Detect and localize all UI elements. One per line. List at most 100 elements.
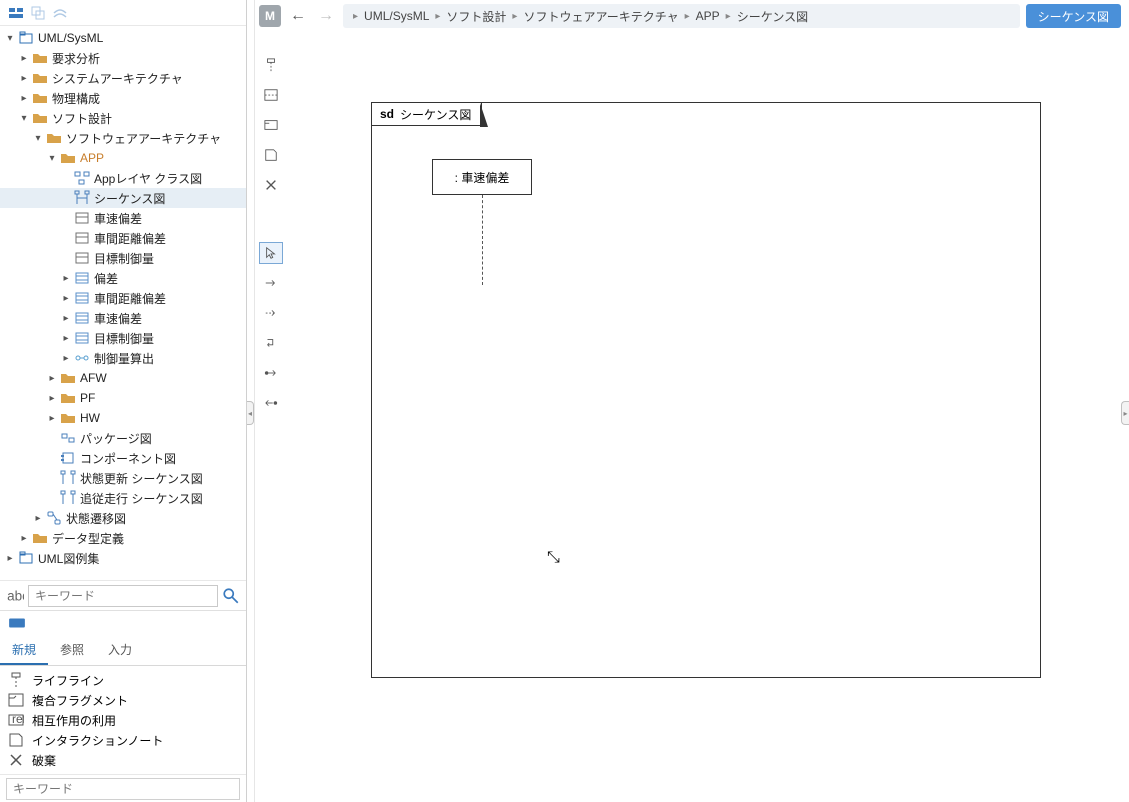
tool-destroy[interactable]	[259, 174, 283, 196]
lifeline-icon	[8, 672, 24, 688]
tool-note[interactable]	[259, 144, 283, 166]
canvas-wrap: sd シーケンス図 : 車速偏差 ⤡	[255, 32, 1129, 802]
tree-item[interactable]: ▸状態遷移図	[0, 508, 246, 528]
tool-self-message[interactable]	[259, 332, 283, 354]
tree-item[interactable]: パッケージ図	[0, 428, 246, 448]
left-toolbar	[0, 0, 246, 26]
diagram-frame[interactable]: sd シーケンス図 : 車速偏差 ⤡	[371, 102, 1041, 678]
crumb-item[interactable]: UML/SysML	[364, 9, 429, 23]
note-icon	[8, 732, 24, 748]
tool-reply-message[interactable]	[259, 302, 283, 324]
palette-item-note[interactable]: インタラクションノート	[0, 730, 246, 750]
tool-sync-message[interactable]	[259, 272, 283, 294]
cursor-icon: ⤡	[547, 549, 560, 567]
tool-fragment[interactable]	[259, 84, 283, 106]
sequence-diagram-icon	[60, 490, 76, 506]
toolbar-icon-1[interactable]	[8, 5, 24, 21]
palette-icon	[8, 614, 26, 632]
tab-input[interactable]: 入力	[96, 635, 144, 665]
tree-item[interactable]: ▸目標制御量	[0, 328, 246, 348]
interaction-use-icon: ref	[8, 712, 24, 728]
tree-item[interactable]: ▸PF	[0, 388, 246, 408]
tool-lifeline[interactable]	[259, 54, 283, 76]
tree-label: 物理構成	[52, 90, 100, 107]
tree-item[interactable]: ▾ソフトウェアアーキテクチャ	[0, 128, 246, 148]
palette-item-combined[interactable]: 複合フラグメント	[0, 690, 246, 710]
splitter-left[interactable]: ◂	[247, 0, 255, 802]
folder-icon	[32, 90, 48, 106]
diagram-canvas[interactable]: sd シーケンス図 : 車速偏差 ⤡	[287, 32, 1129, 802]
tree-item-sequence[interactable]: シーケンス図	[0, 188, 246, 208]
tree-item[interactable]: 車間距離偏差	[0, 228, 246, 248]
splitter-right[interactable]: ▸	[1121, 401, 1129, 425]
toolbar-icon-2[interactable]	[30, 5, 46, 21]
tree-item[interactable]: 追従走行 シーケンス図	[0, 488, 246, 508]
tree-label: PF	[80, 391, 95, 405]
tree-item[interactable]: コンポーネント図	[0, 448, 246, 468]
filter-icon[interactable]	[222, 587, 240, 605]
tree-item[interactable]: ▸偏差	[0, 268, 246, 288]
tool-interaction-use[interactable]	[259, 114, 283, 136]
tree-label: ソフトウェアアーキテクチャ	[66, 130, 221, 147]
abc-filter-icon[interactable]: abc	[6, 587, 24, 605]
tree-item-root[interactable]: ▾ UML/SysML	[0, 28, 246, 48]
tree-item[interactable]: ▸要求分析	[0, 48, 246, 68]
tree-item[interactable]: ▸車間距離偏差	[0, 288, 246, 308]
folder-icon	[60, 370, 76, 386]
flow-icon	[74, 350, 90, 366]
crumb-item[interactable]: ソフト設計	[446, 8, 506, 25]
tool-found-message[interactable]	[259, 392, 283, 414]
model-tree[interactable]: ▾ UML/SysML ▸要求分析 ▸システムアーキテクチャ ▸物理構成 ▾ソフ…	[0, 26, 246, 580]
tree-item[interactable]: ▸制御量算出	[0, 348, 246, 368]
tree-label: APP	[80, 151, 104, 165]
tree-item[interactable]: ▸システムアーキテクチャ	[0, 68, 246, 88]
tab-new[interactable]: 新規	[0, 635, 48, 665]
tab-reference[interactable]: 参照	[48, 635, 96, 665]
tree-label: システムアーキテクチャ	[52, 70, 183, 87]
crumb-item[interactable]: ソフトウェアアーキテクチャ	[523, 8, 678, 25]
lifeline-line[interactable]	[482, 195, 483, 285]
tree-item[interactable]: ▸HW	[0, 408, 246, 428]
editor-header: M ← → ▸UML/SysML ▸ソフト設計 ▸ソフトウェアアーキテクチャ ▸…	[255, 0, 1129, 32]
palette-item-destroy[interactable]: 破棄	[0, 750, 246, 770]
tree-label: 車間距離偏差	[94, 230, 166, 247]
object-icon	[74, 230, 90, 246]
object-icon	[74, 210, 90, 226]
palette-item-lifeline[interactable]: ライフライン	[0, 670, 246, 690]
nav-forward-button[interactable]: →	[315, 5, 337, 27]
tree-item[interactable]: ▸物理構成	[0, 88, 246, 108]
diagram-type-button[interactable]: シーケンス図	[1026, 4, 1121, 28]
toolbar-icon-3[interactable]	[52, 5, 68, 21]
tree-item-app[interactable]: ▾APP	[0, 148, 246, 168]
lifeline-head[interactable]: : 車速偏差	[432, 159, 532, 195]
tree-item[interactable]: ▾ソフト設計	[0, 108, 246, 128]
block-icon	[74, 310, 90, 326]
fragment-icon	[8, 692, 24, 708]
tree-label: 状態更新 シーケンス図	[80, 470, 203, 487]
tree-label: 追従走行 シーケンス図	[80, 490, 203, 507]
palette-item-interaction[interactable]: ref相互作用の利用	[0, 710, 246, 730]
tree-item[interactable]: ▸AFW	[0, 368, 246, 388]
tree-item[interactable]: 目標制御量	[0, 248, 246, 268]
splitter-grip[interactable]: ◂	[247, 401, 254, 425]
tree-label: 制御量算出	[94, 350, 154, 367]
model-badge[interactable]: M	[259, 5, 281, 27]
palette-list: ライフライン 複合フラグメント ref相互作用の利用 インタラクションノート 破…	[0, 666, 246, 774]
tool-select[interactable]	[259, 242, 283, 264]
breadcrumb: ▸UML/SysML ▸ソフト設計 ▸ソフトウェアアーキテクチャ ▸APP ▸シ…	[343, 4, 1020, 28]
folder-icon	[60, 150, 76, 166]
tree-item[interactable]: ▸データ型定義	[0, 528, 246, 548]
tree-item[interactable]: 車速偏差	[0, 208, 246, 228]
tool-lost-message[interactable]	[259, 362, 283, 384]
tree-label: 偏差	[94, 270, 118, 287]
tree-item[interactable]: Appレイヤ クラス図	[0, 168, 246, 188]
crumb-item[interactable]: シーケンス図	[737, 8, 808, 25]
tree-item[interactable]: ▸車速偏差	[0, 308, 246, 328]
tree-item[interactable]: 状態更新 シーケンス図	[0, 468, 246, 488]
nav-back-button[interactable]: ←	[287, 5, 309, 27]
palette-search-input[interactable]	[6, 778, 240, 800]
tree-label: ソフト設計	[52, 110, 112, 127]
tree-item[interactable]: ▸UML図例集	[0, 548, 246, 568]
crumb-item[interactable]: APP	[696, 9, 720, 23]
tree-search-input[interactable]	[28, 585, 218, 607]
